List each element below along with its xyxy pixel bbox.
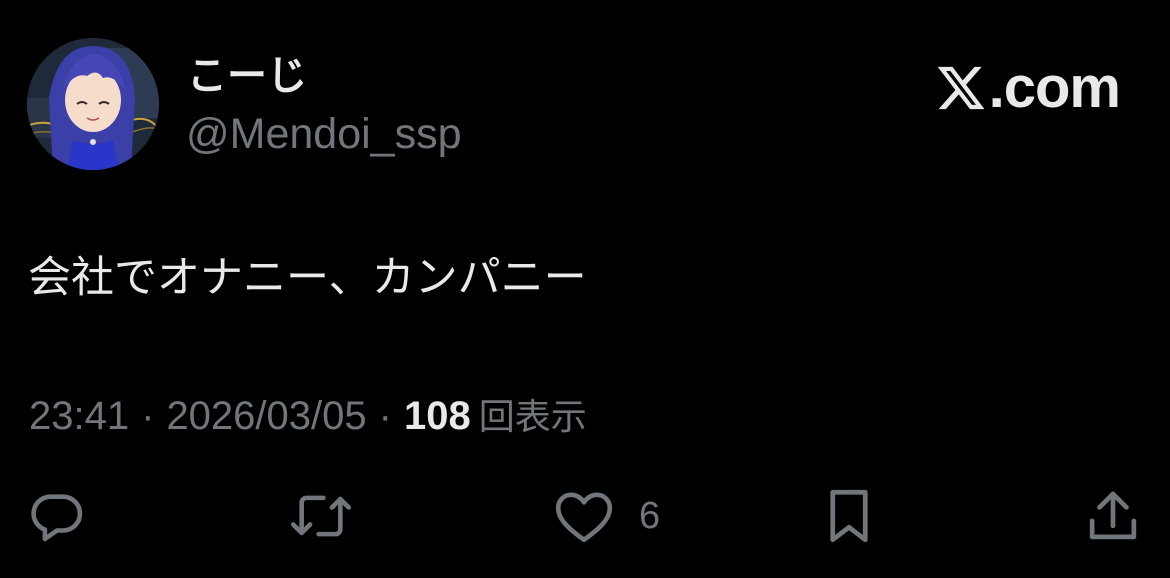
reply-icon: [31, 494, 83, 542]
share-icon: [1089, 491, 1137, 540]
tweet-card: こーじ @Mendoi_ssp .com 会社でオナニー、カンパニー 23:41…: [0, 0, 1170, 578]
avatar-image: [27, 38, 159, 170]
tweet-time[interactable]: 23:41: [29, 390, 129, 442]
brand-domain-text: .com: [988, 55, 1121, 120]
meta-separator: ·: [141, 394, 155, 438]
author-handle[interactable]: @Mendoi_ssp: [186, 108, 462, 160]
tweet-meta: 23:41 · 2026/03/05 · 108 回表示: [29, 390, 587, 444]
action-bar: 6: [0, 480, 1170, 552]
bookmark-icon: [830, 489, 868, 543]
views-label: 回表示: [478, 397, 587, 438]
tweet-date[interactable]: 2026/03/05: [166, 390, 366, 442]
like-count: 6: [639, 494, 661, 537]
repost-button[interactable]: [287, 480, 355, 552]
x-logo-icon: [937, 66, 985, 110]
bookmark-button[interactable]: [824, 480, 874, 552]
brand-watermark: .com: [935, 55, 1121, 121]
avatar[interactable]: [27, 38, 159, 170]
meta-separator: ·: [378, 394, 392, 438]
author-display-name[interactable]: こーじ: [187, 52, 307, 100]
views-count[interactable]: 108: [404, 390, 471, 442]
share-button[interactable]: [1086, 480, 1140, 552]
repost-icon: [290, 495, 352, 537]
reply-button[interactable]: [28, 480, 86, 552]
tweet-text: 会社でオナニー、カンパニー: [28, 253, 587, 303]
heart-icon: [555, 492, 613, 543]
like-button[interactable]: 6: [553, 480, 660, 552]
